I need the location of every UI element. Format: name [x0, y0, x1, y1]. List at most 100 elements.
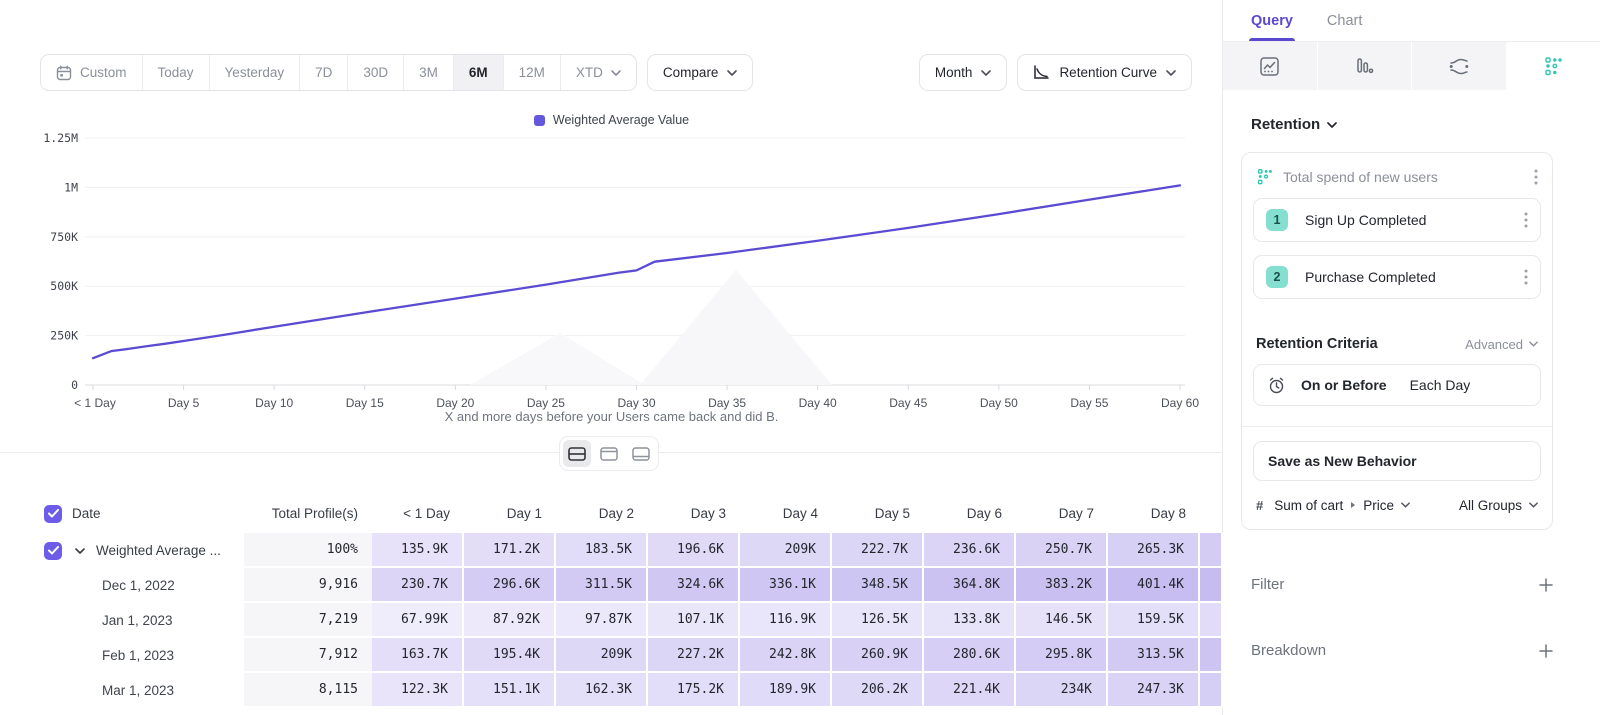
layout-split-button[interactable] — [563, 440, 591, 467]
retention-value-cell: 364.8K — [924, 568, 1016, 603]
range-label: 6M — [469, 65, 488, 80]
tab-chart[interactable]: Chart — [1327, 0, 1362, 41]
retention-value-cell: 227.2K — [648, 638, 740, 673]
kebab-icon[interactable] — [1524, 269, 1528, 285]
retention-value-cell: 296.6K — [464, 568, 556, 603]
breakdown-label: Breakdown — [1251, 642, 1326, 659]
table-row: Feb 1, 20237,912163.7K195.4K209K227.2K24… — [0, 638, 1223, 673]
retention-value-cell: 87.92K — [464, 603, 556, 638]
x-axis-label: Day 5 — [168, 396, 200, 410]
range-custom[interactable]: Custom — [41, 55, 143, 90]
filter-section: Filter — [1251, 576, 1553, 593]
table-row: Mar 1, 20238,115122.3K151.1K162.3K175.2K… — [0, 673, 1223, 708]
retention-value-cell: 175.2K — [648, 673, 740, 708]
row-label-cell: Weighted Average ... — [0, 533, 244, 568]
retention-value-cell: 122.3K — [372, 673, 464, 708]
range-label: 7D — [315, 65, 332, 80]
granularity-button[interactable]: Month — [919, 54, 1008, 91]
plus-icon — [1539, 578, 1553, 592]
range-label: 30D — [363, 65, 388, 80]
row-label-cell: Dec 1, 2022 — [0, 568, 244, 603]
total-profiles-cell: 9,916 — [244, 568, 372, 603]
card-divider — [1242, 426, 1552, 427]
behavior-step-2[interactable]: 2 Purchase Completed — [1253, 255, 1541, 299]
retention-value-cell: 260.9K — [832, 638, 924, 673]
retention-curve-line[interactable] — [93, 185, 1180, 358]
header-day-cell: Day 3 — [648, 506, 740, 521]
chart-type-button[interactable]: Retention Curve — [1017, 54, 1192, 91]
calendar-icon — [56, 65, 72, 81]
header-day-cell: Day 6 — [924, 506, 1016, 521]
clipped-value-cell — [1200, 568, 1223, 603]
y-axis-label: 1.25M — [43, 131, 78, 145]
layout-table-only-button[interactable] — [627, 440, 655, 467]
range-12m[interactable]: 12M — [504, 55, 561, 90]
groups-dropdown[interactable]: All Groups — [1459, 498, 1538, 513]
add-breakdown-button[interactable] — [1539, 644, 1553, 658]
step-number-badge: 1 — [1266, 209, 1288, 231]
x-axis-label: < 1 Day — [74, 396, 116, 410]
retention-curve-icon — [1033, 65, 1050, 80]
range-30d[interactable]: 30D — [348, 55, 404, 90]
retention-line-chart[interactable]: 0250K500K750K1M1.25M< 1 DayDay 5Day 10Da… — [0, 128, 1223, 420]
behavior-card-header: Total spend of new users — [1242, 153, 1552, 198]
expand-chevron-icon[interactable] — [75, 548, 85, 554]
chevron-down-icon — [611, 70, 621, 76]
kebab-icon[interactable] — [1534, 169, 1538, 185]
measure-property-dropdown[interactable]: Sum of cart Price — [1274, 498, 1410, 513]
retention-report-button[interactable] — [1507, 42, 1600, 90]
measure-event-label: Sum of cart — [1274, 498, 1343, 513]
layout-chart-only-button[interactable] — [595, 440, 623, 467]
retention-value-cell: 133.8K — [924, 603, 1016, 638]
range-6m[interactable]: 6M — [454, 55, 504, 90]
retention-value-cell: 336.1K — [740, 568, 832, 603]
x-axis-label: Day 25 — [527, 396, 565, 410]
row-checkbox[interactable] — [44, 542, 62, 560]
step-number-badge: 2 — [1266, 266, 1288, 288]
range-7d[interactable]: 7D — [300, 55, 348, 90]
range-yesterday[interactable]: Yesterday — [210, 55, 301, 90]
funnels-report-button[interactable] — [1318, 42, 1413, 90]
advanced-dropdown[interactable]: Advanced — [1465, 337, 1538, 352]
clipped-value-cell — [1200, 638, 1223, 673]
range-today[interactable]: Today — [143, 55, 210, 90]
add-filter-button[interactable] — [1539, 578, 1553, 592]
criteria-condition-row[interactable]: On or Before Each Day — [1253, 364, 1541, 406]
chevron-down-icon — [1401, 502, 1410, 508]
retention-value-cell: 183.5K — [556, 533, 648, 568]
row-checkbox[interactable] — [44, 505, 62, 523]
header-day-cell: Day 2 — [556, 506, 648, 521]
flows-report-button[interactable] — [1412, 42, 1507, 90]
range-label: Custom — [80, 65, 127, 80]
kebab-icon[interactable] — [1524, 212, 1528, 228]
toolbar: Custom TodayYesterday 7D 30D 3M 6M 12M XTD Comp… — [40, 54, 1192, 91]
range-3m[interactable]: 3M — [404, 55, 454, 90]
retention-icon — [1543, 56, 1563, 76]
range-xtd[interactable]: XTD — [561, 55, 636, 90]
behavior-step-1[interactable]: 1 Sign Up Completed — [1253, 198, 1541, 242]
chart-type-label: Retention Curve — [1059, 65, 1157, 80]
row-label: Dec 1, 2022 — [102, 578, 175, 593]
row-label-cell: Mar 1, 2023 — [0, 673, 244, 708]
retention-value-cell: 295.8K — [1016, 638, 1108, 673]
timeframe-label: Each Day — [1410, 377, 1471, 393]
insights-report-button[interactable] — [1223, 42, 1318, 90]
x-axis-label: Day 15 — [346, 396, 384, 410]
tab-query[interactable]: Query — [1251, 0, 1293, 41]
chevron-down-icon — [1529, 502, 1538, 508]
header-date-cell: Date — [0, 505, 244, 523]
retention-value-cell: 311.5K — [556, 568, 648, 603]
save-as-new-behavior-button[interactable]: Save as New Behavior — [1253, 441, 1541, 481]
retention-value-cell: 324.6K — [648, 568, 740, 603]
y-axis-label: 500K — [50, 279, 78, 293]
layout-top-icon — [600, 447, 618, 461]
select-all-checkbox[interactable] — [44, 505, 62, 523]
retention-section-toggle[interactable]: Retention — [1251, 116, 1576, 133]
range-label: XTD — [576, 65, 603, 80]
step-label: Sign Up Completed — [1305, 212, 1524, 228]
compare-button[interactable]: Compare — [647, 54, 754, 91]
y-axis-label: 250K — [50, 329, 78, 343]
retention-value-cell: 206.2K — [832, 673, 924, 708]
header-date-label: Date — [72, 506, 101, 521]
x-axis-label: Day 10 — [255, 396, 293, 410]
